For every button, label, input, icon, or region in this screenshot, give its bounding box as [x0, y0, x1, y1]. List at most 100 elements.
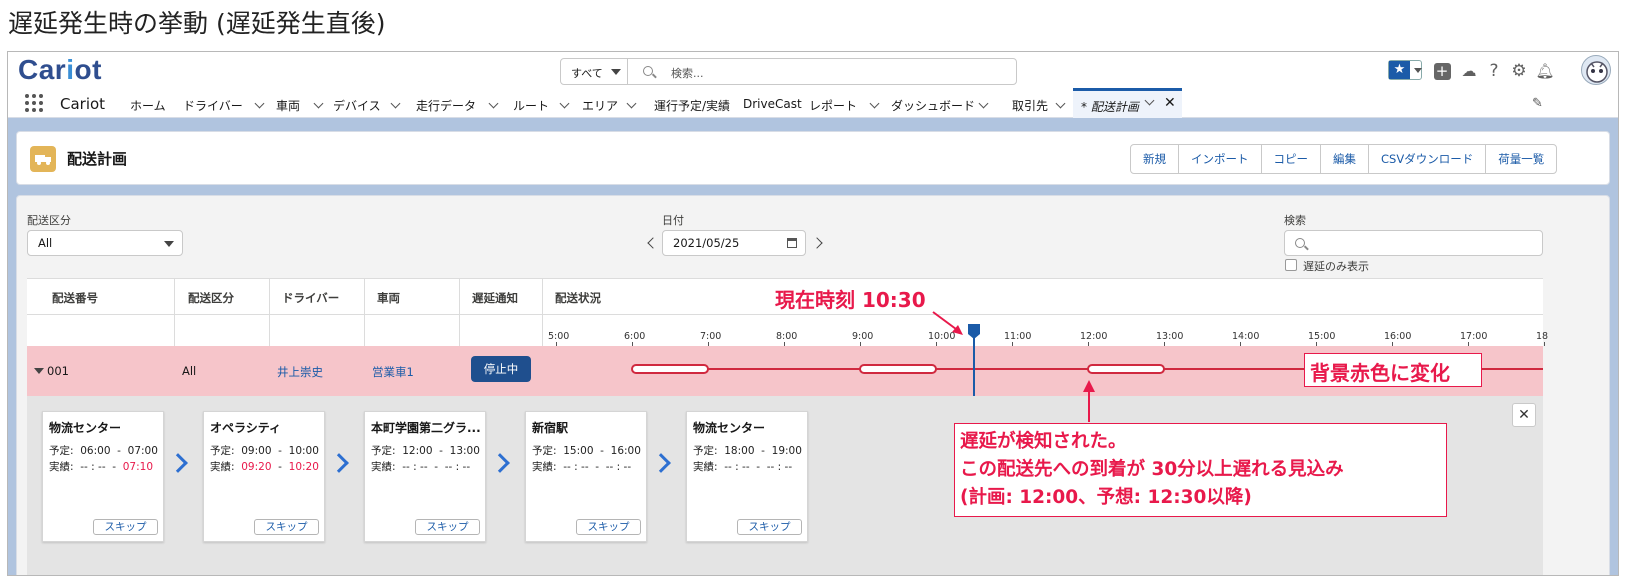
app-launcher-icon[interactable]	[25, 94, 43, 112]
chevron-down-icon	[164, 241, 174, 247]
nav-item-10[interactable]: ダッシュボード	[891, 97, 975, 114]
bell-icon[interactable]: 🔔︎	[1534, 60, 1556, 82]
annotation-current-time: 現在時刻 10:30	[775, 288, 926, 312]
header-button-4[interactable]: CSVダウンロード	[1369, 145, 1487, 173]
column-header-5: 配送状況	[555, 291, 601, 305]
stop-card: 本町学園第二グラ... 予定: 12:00 - 13:00 実績: -- : -- …	[364, 411, 486, 542]
chevron-down-icon[interactable]	[1055, 98, 1066, 109]
skip-button[interactable]: スキップ	[737, 519, 802, 535]
nav-item-11[interactable]: 取引先	[1012, 97, 1048, 114]
stop-name: 物流センター	[49, 421, 122, 435]
chevron-down-icon[interactable]	[254, 98, 265, 109]
add-icon[interactable]: +	[1431, 60, 1453, 82]
skip-button[interactable]: スキップ	[254, 519, 319, 535]
actual-end: 10:20	[288, 461, 319, 473]
table-search-input[interactable]	[1284, 230, 1543, 256]
nav-item-6[interactable]: エリア	[582, 97, 618, 114]
stop-card: 物流センター 予定: 18:00 - 19:00 実績: -- : -- - -- …	[686, 411, 808, 542]
plan-label: 予定:	[693, 445, 718, 457]
column-header-4: 遅延通知	[472, 291, 518, 305]
close-icon[interactable]: ✕	[1512, 403, 1536, 427]
calendar-icon[interactable]	[787, 238, 797, 248]
header-button-5[interactable]: 荷量一覧	[1486, 145, 1556, 173]
plan-time: 15:00 - 16:00	[563, 445, 641, 457]
search-input[interactable]: 検索...	[671, 65, 704, 81]
chevron-left-icon[interactable]	[647, 237, 659, 249]
skip-button[interactable]: スキップ	[93, 519, 158, 535]
chevron-right-icon	[490, 453, 510, 473]
stop-name: 本町学園第二グラ...	[371, 421, 481, 435]
date-input[interactable]: 2021/05/25	[662, 230, 806, 256]
actual-start: -- : --	[724, 461, 750, 473]
column-header-2: ドライバー	[282, 291, 340, 305]
nav-item-1[interactable]: ドライバー	[183, 97, 243, 114]
plan-label: 予定:	[210, 445, 235, 457]
chevron-down-icon[interactable]	[626, 98, 637, 109]
header-button-0[interactable]: 新規	[1131, 145, 1179, 173]
avatar[interactable]	[1581, 55, 1611, 85]
delay-only-checkbox[interactable]	[1285, 259, 1297, 271]
search-label: 検索	[1284, 214, 1306, 227]
tab-label: * 配送計画	[1081, 100, 1139, 114]
actual-start: 09:20	[241, 461, 272, 473]
actual-end: -- : --	[605, 461, 632, 473]
search-scope-select[interactable]: すべて	[561, 59, 628, 84]
annotation-line-3: (計画: 12:00、予想: 12:30以降)	[960, 487, 1252, 508]
chevron-down-icon[interactable]	[559, 98, 570, 109]
header-button-group: 新規 インポート コピー 編集 CSVダウンロード 荷量一覧	[1130, 144, 1558, 174]
chevron-down-icon[interactable]	[978, 98, 989, 109]
nav-item-3[interactable]: デバイス	[333, 97, 381, 114]
row-number: 001	[47, 364, 69, 378]
nav-item-0[interactable]: ホーム	[130, 97, 166, 114]
stop-plan: 予定: 09:00 - 10:00	[210, 443, 319, 458]
kubun-select[interactable]: All	[27, 230, 183, 256]
stop-plan: 予定: 18:00 - 19:00	[693, 443, 802, 458]
chevron-down-icon	[611, 69, 621, 75]
header-button-1[interactable]: インポート	[1179, 145, 1262, 173]
trailhead-icon[interactable]: ☁	[1458, 60, 1480, 82]
page-header: 配送計画 新規 インポート コピー 編集 CSVダウンロード 荷量一覧	[16, 131, 1610, 185]
chevron-down-icon[interactable]	[390, 98, 401, 109]
chevron-right-icon[interactable]	[811, 237, 823, 249]
pencil-icon[interactable]: ✎	[1532, 96, 1543, 111]
search-icon	[1295, 238, 1305, 248]
actual-start: -- : --	[80, 461, 106, 473]
driver-link[interactable]: 井上崇史	[277, 364, 323, 380]
skip-button[interactable]: スキップ	[576, 519, 641, 535]
chevron-down-icon[interactable]	[34, 368, 44, 374]
nav-item-4[interactable]: 走行データ	[416, 97, 476, 114]
close-icon[interactable]: ✕	[1164, 95, 1176, 111]
global-search[interactable]: すべて 検索...	[560, 58, 1017, 85]
stop-actual: 実績: 09:20 - 10:20	[210, 461, 319, 473]
tab-delivery-plan[interactable]: * 配送計画 ✕	[1073, 88, 1182, 118]
header-button-2[interactable]: コピー	[1262, 145, 1321, 173]
actual-end: 07:10	[122, 461, 154, 473]
favorites-button[interactable]: ★	[1388, 60, 1422, 80]
annotation-line-1: 遅延が検知された。	[960, 431, 1127, 452]
help-icon[interactable]: ?	[1483, 60, 1505, 82]
chevron-down-icon[interactable]	[488, 98, 499, 109]
skip-button[interactable]: スキップ	[415, 519, 480, 535]
kubun-label: 配送区分	[27, 214, 71, 227]
nav-item-9[interactable]: レポート	[809, 97, 857, 114]
nav-item-5[interactable]: ルート	[513, 97, 549, 114]
chevron-down-icon[interactable]	[313, 98, 324, 109]
delay-notice-button[interactable]: 停止中	[471, 356, 531, 382]
nav-item-8[interactable]: DriveCast	[743, 97, 802, 111]
nav-item-2[interactable]: 車両	[276, 97, 300, 114]
current-time-pin-icon	[968, 324, 980, 339]
stop-actual: 実績: -- : -- - -- : --	[371, 461, 471, 473]
app-nav-bar: Cariot ホーム ドライバー 車両 デバイス 走行データ ルート エリア 運行予定/実績 D…	[8, 88, 1618, 118]
chevron-down-icon[interactable]	[869, 98, 880, 109]
chevron-down-icon	[1414, 68, 1422, 73]
logo[interactable]: Cariot	[18, 54, 102, 86]
stop-plan: 予定: 12:00 - 13:00	[371, 443, 480, 458]
search-scope-label: すべて	[571, 67, 603, 80]
gear-icon[interactable]: ⚙	[1508, 60, 1530, 82]
chevron-down-icon[interactable]	[1144, 95, 1155, 106]
vehicle-link[interactable]: 営業車1	[372, 364, 414, 380]
chevron-right-icon	[651, 453, 671, 473]
header-button-3[interactable]: 編集	[1321, 145, 1369, 173]
nav-item-7[interactable]: 運行予定/実績	[654, 97, 730, 114]
plan-time: 09:00 - 10:00	[241, 445, 319, 457]
